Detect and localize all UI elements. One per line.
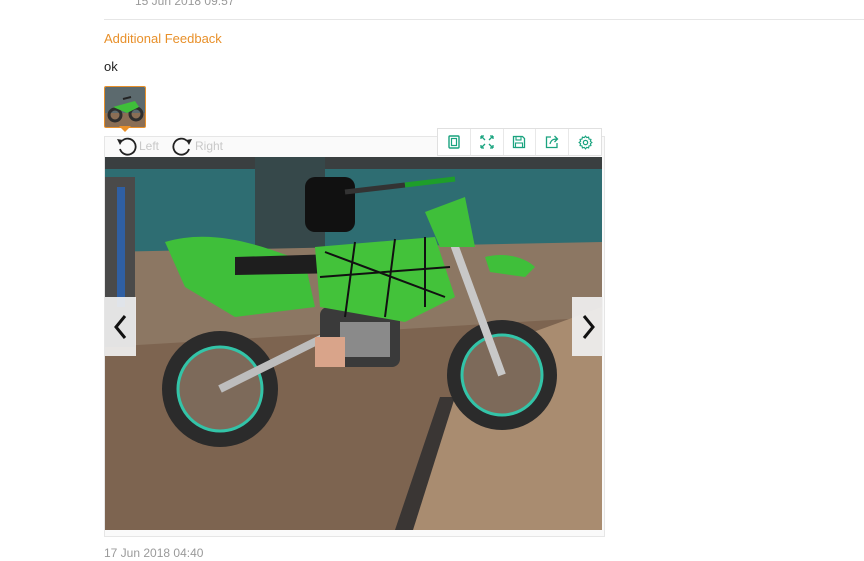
previous-image-button[interactable] bbox=[105, 297, 136, 356]
motorbike-photo bbox=[105, 157, 602, 530]
chevron-left-icon bbox=[113, 314, 126, 339]
share-icon bbox=[546, 135, 559, 149]
settings-button[interactable] bbox=[569, 129, 601, 155]
fit-page-icon bbox=[448, 135, 460, 149]
viewer-toolbar bbox=[437, 128, 602, 156]
review-date: 17 Jun 2018 04:40 bbox=[104, 546, 204, 560]
fullscreen-icon bbox=[480, 135, 494, 149]
save-button[interactable] bbox=[504, 129, 537, 155]
review-page: 15 Jun 2018 09:57 Additional Feedback ok… bbox=[0, 0, 864, 561]
settings-icon bbox=[577, 134, 593, 150]
next-image-button[interactable] bbox=[572, 297, 603, 356]
feedback-text: ok bbox=[104, 59, 118, 74]
previous-review-date: 15 Jun 2018 09:57 bbox=[135, 0, 235, 8]
rotate-right-button[interactable]: Right bbox=[171, 136, 223, 156]
share-button[interactable] bbox=[536, 129, 570, 155]
fit-page-button[interactable] bbox=[438, 129, 471, 155]
additional-feedback-label: Additional Feedback bbox=[104, 31, 222, 46]
motorbike-image bbox=[105, 157, 602, 530]
rotate-right-icon bbox=[172, 137, 192, 156]
rotate-left-button[interactable]: Left bbox=[115, 136, 159, 156]
thumbnail-pointer bbox=[119, 126, 131, 132]
rotate-left-label: Left bbox=[139, 139, 160, 153]
fullscreen-button[interactable] bbox=[471, 129, 504, 155]
photo-thumbnail[interactable] bbox=[104, 86, 146, 128]
rotate-right-label: Right bbox=[195, 139, 224, 153]
divider bbox=[104, 19, 864, 20]
chevron-right-icon bbox=[582, 314, 595, 339]
thumbnail-image bbox=[105, 87, 145, 127]
save-icon bbox=[513, 135, 526, 149]
rotate-left-icon bbox=[117, 137, 137, 156]
